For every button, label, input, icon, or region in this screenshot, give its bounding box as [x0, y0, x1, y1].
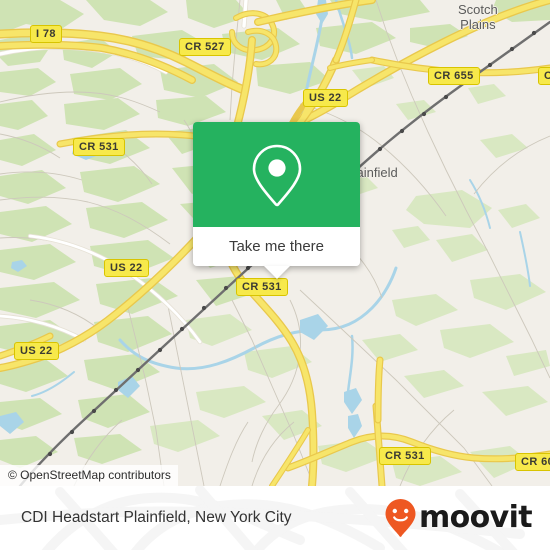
map-pin-icon: [252, 144, 301, 206]
moovit-logo[interactable]: moovit: [384, 498, 533, 538]
map-attribution[interactable]: © OpenStreetMap contributors: [0, 465, 178, 486]
take-me-there-button[interactable]: Take me there: [193, 227, 360, 279]
place-label: Scotch Plains: [458, 2, 498, 32]
place-label-line: Plains: [460, 17, 496, 32]
road-shield: CR 655: [428, 67, 480, 85]
popup-tail: [263, 266, 290, 279]
road-shield: CR 531: [236, 278, 288, 296]
map-canvas[interactable]: .green { fill:#cfe3b4; } .green2 { fill:…: [0, 0, 550, 486]
take-me-there-label: Take me there: [228, 238, 325, 255]
road-shield: CR 527: [179, 38, 231, 56]
popup-image-panel: [193, 122, 360, 227]
road-shield: CR 531: [73, 138, 125, 156]
road-shield: CR 602: [515, 453, 550, 471]
page-title: CDI Headstart Plainfield, New York City: [21, 509, 292, 526]
road-shield: US 22: [104, 259, 149, 277]
place-label-line: Scotch: [458, 2, 498, 17]
moovit-smiley-pin-icon: [385, 499, 416, 537]
road-shield: US 22: [303, 89, 348, 107]
page-footer: CDI Headstart Plainfield, New York City …: [0, 486, 550, 550]
moovit-wordmark: moovit: [418, 500, 533, 535]
location-popup-card[interactable]: Take me there: [193, 122, 360, 279]
road-shield: CR 531: [379, 447, 431, 465]
road-shield: CR 53: [538, 67, 550, 85]
road-shield: US 22: [14, 342, 59, 360]
moovit-map-page: .green { fill:#cfe3b4; } .green2 { fill:…: [0, 0, 550, 550]
road-shield: I 78: [30, 25, 62, 43]
